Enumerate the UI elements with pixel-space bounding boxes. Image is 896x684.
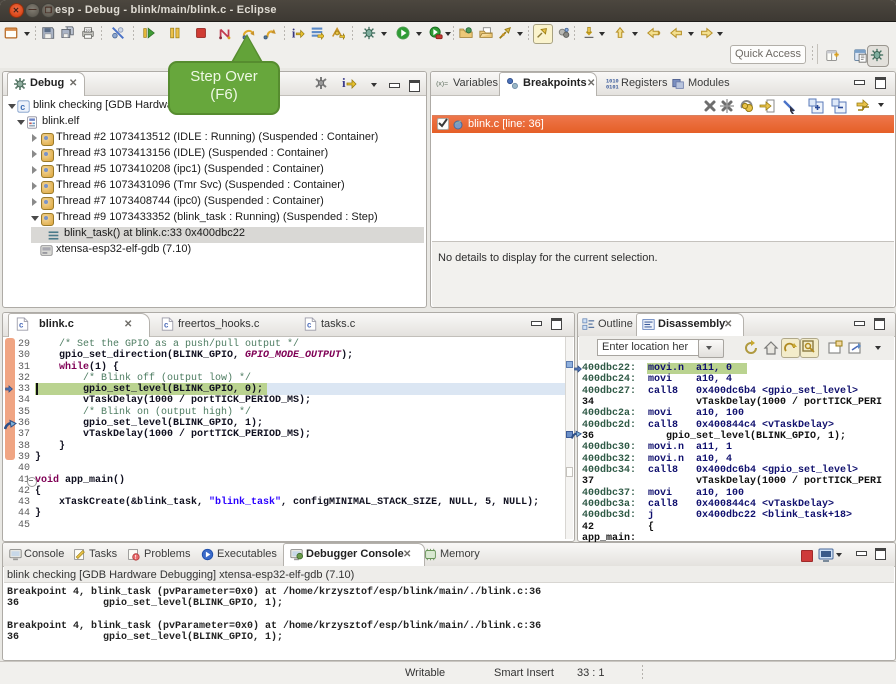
svg-text:i: i xyxy=(292,26,296,40)
svg-text:!: ! xyxy=(135,555,137,561)
svg-text:c: c xyxy=(19,321,24,330)
svg-text:c: c xyxy=(164,321,169,330)
svg-text:0101: 0101 xyxy=(606,84,619,90)
svg-text:101: 101 xyxy=(85,30,93,34)
svg-text:c: c xyxy=(307,321,312,330)
svg-text:i: i xyxy=(342,75,346,90)
svg-text:c: c xyxy=(20,102,25,112)
svg-text:(x)=: (x)= xyxy=(436,81,448,88)
